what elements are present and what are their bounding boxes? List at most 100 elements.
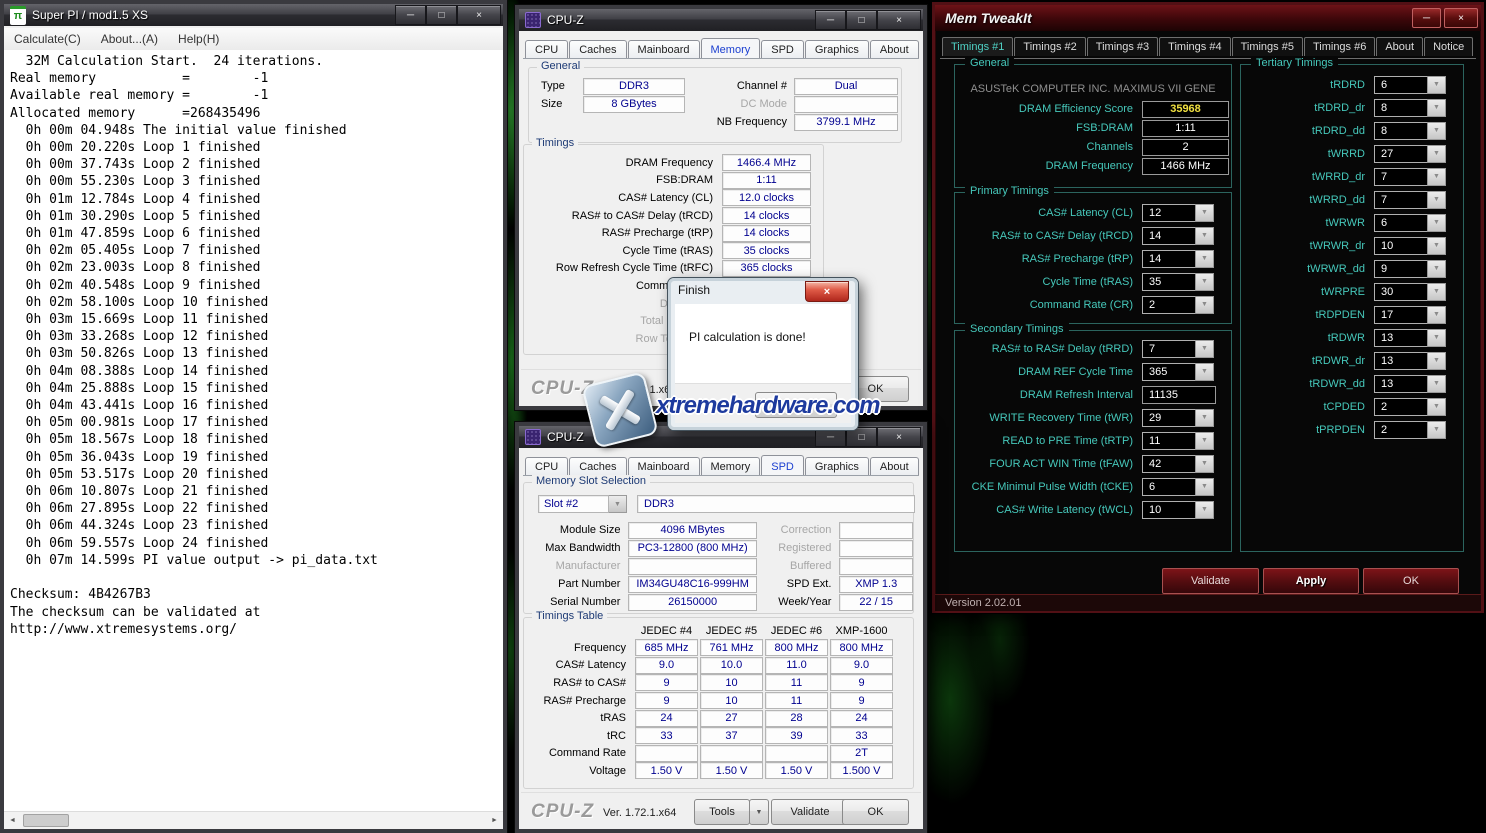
- close-button[interactable]: ×: [1444, 8, 1478, 28]
- tab-memory[interactable]: Memory: [701, 38, 761, 58]
- timing-spinner[interactable]: 2 ▼: [1374, 421, 1446, 439]
- ok-button[interactable]: OK: [842, 799, 909, 825]
- timing-spinner[interactable]: 42 ▼: [1142, 455, 1214, 473]
- spinner-arrow-icon[interactable]: ▼: [1195, 340, 1214, 358]
- timing-spinner[interactable]: 17 ▼: [1374, 306, 1446, 324]
- refresh-interval-value[interactable]: 11135: [1142, 386, 1216, 404]
- slot-select[interactable]: Slot #2: [538, 495, 609, 513]
- tab-timings-4[interactable]: Timings #4: [1159, 37, 1230, 56]
- spinner-arrow-icon[interactable]: ▼: [1427, 283, 1446, 301]
- timing-spinner[interactable]: 7 ▼: [1374, 191, 1446, 209]
- timing-spinner[interactable]: 2 ▼: [1374, 398, 1446, 416]
- horizontal-scrollbar[interactable]: ◄ ►: [4, 811, 503, 829]
- timing-spinner[interactable]: 29 ▼: [1142, 409, 1214, 427]
- tools-button[interactable]: Tools: [694, 799, 750, 825]
- timing-spinner[interactable]: 13 ▼: [1374, 352, 1446, 370]
- validate-button[interactable]: Validate: [1162, 568, 1259, 594]
- tab-spd[interactable]: SPD: [761, 455, 804, 475]
- scrollbar-thumb[interactable]: [23, 814, 69, 827]
- spinner-arrow-icon[interactable]: ▼: [1427, 398, 1446, 416]
- menu-calculate[interactable]: Calculate(C): [4, 29, 91, 49]
- timing-spinner[interactable]: 27 ▼: [1374, 145, 1446, 163]
- minimize-button[interactable]: ─: [815, 427, 846, 447]
- ok-button[interactable]: OK: [755, 392, 837, 418]
- menu-help[interactable]: Help(H): [168, 29, 229, 49]
- spinner-arrow-icon[interactable]: ▼: [1195, 501, 1214, 519]
- tab-mainboard[interactable]: Mainboard: [628, 457, 700, 475]
- spinner-arrow-icon[interactable]: ▼: [1427, 145, 1446, 163]
- timing-spinner[interactable]: 13 ▼: [1374, 375, 1446, 393]
- validate-button[interactable]: Validate: [771, 799, 849, 825]
- spinner-arrow-icon[interactable]: ▼: [1427, 329, 1446, 347]
- spinner-arrow-icon[interactable]: ▼: [1427, 122, 1446, 140]
- spinner-arrow-icon[interactable]: ▼: [1427, 76, 1446, 94]
- tab-notice[interactable]: Notice: [1424, 37, 1473, 56]
- timing-spinner[interactable]: 14 ▼: [1142, 250, 1214, 268]
- timing-spinner[interactable]: 365 ▼: [1142, 363, 1214, 381]
- spinner-arrow-icon[interactable]: ▼: [1195, 250, 1214, 268]
- tab-timings-6[interactable]: Timings #6: [1304, 37, 1375, 56]
- spinner-arrow-icon[interactable]: ▼: [1427, 99, 1446, 117]
- tab-caches[interactable]: Caches: [569, 40, 626, 58]
- tab-timings-3[interactable]: Timings #3: [1087, 37, 1158, 56]
- tab-graphics[interactable]: Graphics: [805, 40, 869, 58]
- maximize-button[interactable]: □: [426, 5, 457, 25]
- timing-spinner[interactable]: 35 ▼: [1142, 273, 1214, 291]
- timing-spinner[interactable]: 10 ▼: [1374, 237, 1446, 255]
- spinner-arrow-icon[interactable]: ▼: [1195, 409, 1214, 427]
- spinner-arrow-icon[interactable]: ▼: [1195, 478, 1214, 496]
- timing-spinner[interactable]: 9 ▼: [1374, 260, 1446, 278]
- tab-timings-5[interactable]: Timings #5: [1232, 37, 1303, 56]
- maximize-button[interactable]: □: [846, 10, 877, 30]
- timing-spinner[interactable]: 10 ▼: [1142, 501, 1214, 519]
- timing-spinner[interactable]: 7 ▼: [1374, 168, 1446, 186]
- timing-spinner[interactable]: 13 ▼: [1374, 329, 1446, 347]
- spinner-arrow-icon[interactable]: ▼: [1195, 296, 1214, 314]
- ok-button[interactable]: OK: [1363, 568, 1459, 594]
- timing-spinner[interactable]: 7 ▼: [1142, 340, 1214, 358]
- spinner-arrow-icon[interactable]: ▼: [1427, 191, 1446, 209]
- tab-timings-2[interactable]: Timings #2: [1014, 37, 1085, 56]
- timing-spinner[interactable]: 14 ▼: [1142, 227, 1214, 245]
- spinner-arrow-icon[interactable]: ▼: [1427, 306, 1446, 324]
- spinner-arrow-icon[interactable]: ▼: [1427, 421, 1446, 439]
- spinner-arrow-icon[interactable]: ▼: [1427, 237, 1446, 255]
- superpi-titlebar[interactable]: π Super PI / mod1.5 XS ─ □ ×: [4, 4, 503, 26]
- tab-about[interactable]: About: [1376, 37, 1423, 56]
- menu-about[interactable]: About...(A): [91, 29, 168, 49]
- chevron-down-icon[interactable]: ▼: [609, 495, 627, 513]
- spinner-arrow-icon[interactable]: ▼: [1195, 363, 1214, 381]
- timing-spinner[interactable]: 30 ▼: [1374, 283, 1446, 301]
- timing-spinner[interactable]: 6 ▼: [1374, 76, 1446, 94]
- tab-timings-1[interactable]: Timings #1: [942, 37, 1013, 56]
- scroll-left-arrow-icon[interactable]: ◄: [4, 812, 21, 829]
- tab-caches[interactable]: Caches: [569, 457, 626, 475]
- apply-button[interactable]: Apply: [1263, 568, 1359, 594]
- spinner-arrow-icon[interactable]: ▼: [1427, 214, 1446, 232]
- spinner-arrow-icon[interactable]: ▼: [1195, 204, 1214, 222]
- close-button[interactable]: ×: [457, 5, 501, 25]
- timing-spinner[interactable]: 8 ▼: [1374, 122, 1446, 140]
- tab-spd[interactable]: SPD: [761, 40, 804, 58]
- timing-spinner[interactable]: 12 ▼: [1142, 204, 1214, 222]
- spinner-arrow-icon[interactable]: ▼: [1195, 455, 1214, 473]
- tab-memory[interactable]: Memory: [701, 457, 761, 475]
- tab-graphics[interactable]: Graphics: [805, 457, 869, 475]
- tab-cpu[interactable]: CPU: [525, 457, 568, 475]
- minimize-button[interactable]: ─: [395, 5, 426, 25]
- tools-dropdown-icon[interactable]: ▼: [749, 799, 769, 825]
- timing-spinner[interactable]: 8 ▼: [1374, 99, 1446, 117]
- timing-spinner[interactable]: 6 ▼: [1374, 214, 1446, 232]
- tab-about[interactable]: About: [870, 40, 919, 58]
- tab-cpu[interactable]: CPU: [525, 40, 568, 58]
- close-button[interactable]: ×: [877, 427, 921, 447]
- scroll-right-arrow-icon[interactable]: ►: [486, 812, 503, 829]
- spinner-arrow-icon[interactable]: ▼: [1427, 352, 1446, 370]
- maximize-button[interactable]: □: [846, 427, 877, 447]
- timing-spinner[interactable]: 6 ▼: [1142, 478, 1214, 496]
- spinner-arrow-icon[interactable]: ▼: [1195, 227, 1214, 245]
- timing-spinner[interactable]: 2 ▼: [1142, 296, 1214, 314]
- spinner-arrow-icon[interactable]: ▼: [1427, 168, 1446, 186]
- tab-mainboard[interactable]: Mainboard: [628, 40, 700, 58]
- close-button[interactable]: ×: [805, 281, 849, 302]
